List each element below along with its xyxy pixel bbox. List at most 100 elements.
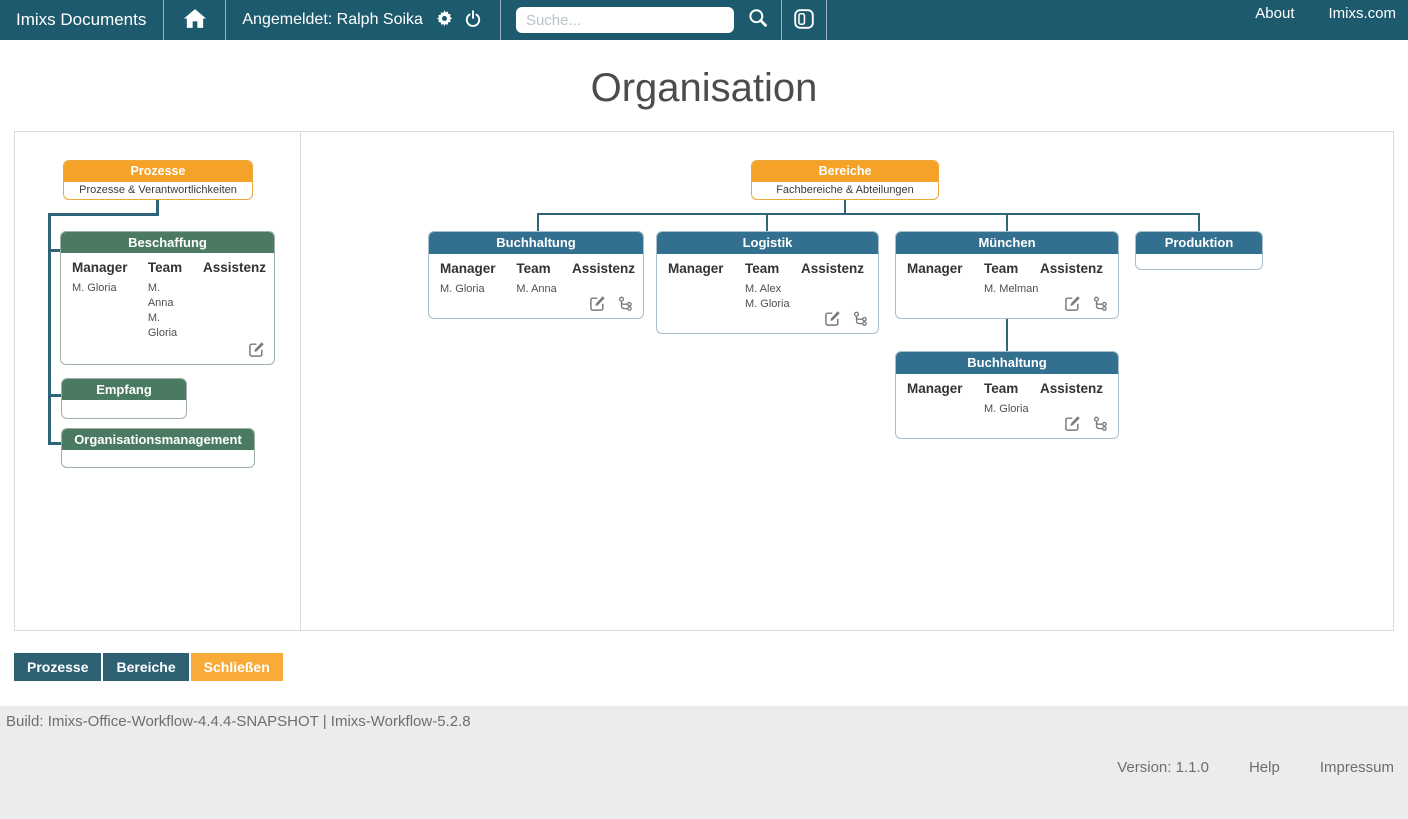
top-links: About Imixs.com <box>1255 0 1408 22</box>
manager-value: M. Gloria <box>440 283 485 295</box>
column-header: Team <box>516 261 551 276</box>
manager-value: M. Gloria <box>72 282 117 294</box>
org-node-title: Produktion <box>1136 232 1262 254</box>
org-node-title: Organisationsmanagement <box>62 429 254 450</box>
prozesse-chart-panel: Prozesse Prozesse & Verantwortlichkeiten… <box>15 132 301 630</box>
org-node-title: Buchhaltung <box>429 232 643 254</box>
org-node-title: Beschaffung <box>61 232 274 253</box>
org-tree-button[interactable] <box>618 296 634 312</box>
connector-line <box>48 213 51 445</box>
org-node-buchhaltung-muenchen: Buchhaltung Manager Team M. Gloria Assis… <box>895 351 1119 439</box>
about-link[interactable]: About <box>1255 5 1294 22</box>
imixs-com-link[interactable]: Imixs.com <box>1329 5 1397 22</box>
manager-column: Manager M. Gloria <box>440 261 516 297</box>
assistenz-column: Assistenz <box>572 261 635 297</box>
edit-button[interactable] <box>1064 295 1081 312</box>
search-icon <box>746 7 769 33</box>
navbar-divider <box>780 0 782 40</box>
edit-icon <box>248 342 265 361</box>
team-value: M. Anna <box>516 283 557 295</box>
org-node-title: Prozesse <box>64 161 252 182</box>
edit-icon <box>1064 416 1081 435</box>
org-node-empfang: Empfang <box>61 378 187 419</box>
org-node-beschaffung: Beschaffung Manager M. Gloria Team M. An… <box>60 231 275 365</box>
connector-line <box>1006 213 1008 231</box>
gear-icon <box>436 10 453 30</box>
manager-column: Manager <box>907 381 984 417</box>
org-node-produktion: Produktion <box>1135 231 1263 270</box>
logout-button[interactable] <box>464 9 482 31</box>
org-root-bereiche[interactable]: Bereiche Fachbereiche & Abteilungen <box>751 160 939 200</box>
assistenz-column: Assistenz <box>801 261 870 312</box>
org-node-muenchen: München Manager Team M. Melman Assistenz <box>895 231 1119 319</box>
team-value: M. Melman <box>984 283 1039 295</box>
manager-column: Manager <box>907 261 984 297</box>
build-info: Build: Imixs-Office-Workflow-4.4.4-SNAPS… <box>6 713 471 730</box>
column-header: Team <box>147 260 183 275</box>
settings-button[interactable] <box>436 10 453 30</box>
column-header: Assistenz <box>801 261 865 276</box>
team-column: Team M. Alex M. Gloria <box>745 261 801 312</box>
edit-button[interactable] <box>824 310 841 327</box>
search-input[interactable] <box>515 7 734 33</box>
team-column: Team M. Melman <box>984 261 1040 297</box>
action-bar: Prozesse Bereiche Schließen <box>14 653 1394 681</box>
schliessen-button[interactable]: Schließen <box>190 653 283 681</box>
org-node-title: Bereiche <box>752 161 938 182</box>
edit-button[interactable] <box>589 295 606 312</box>
manager-column: Manager <box>668 261 745 312</box>
org-node-organisationsmanagement: Organisationsmanagement <box>61 428 255 468</box>
org-node-title: Buchhaltung <box>896 352 1118 374</box>
connector-line <box>48 213 159 216</box>
assistenz-column: Assistenz <box>1040 381 1110 417</box>
column-header: Team <box>984 381 1019 396</box>
bereiche-button[interactable]: Bereiche <box>103 653 189 681</box>
connector-line <box>537 213 539 231</box>
column-header: Manager <box>907 261 963 276</box>
power-icon <box>464 9 482 31</box>
connector-line <box>766 213 768 231</box>
impressum-link[interactable]: Impressum <box>1320 759 1394 776</box>
org-tree-button[interactable] <box>853 311 869 327</box>
team-value: M. Alex M. Gloria <box>745 283 790 310</box>
version-label: Version: 1.1.0 <box>1117 759 1209 776</box>
column-header: Manager <box>668 261 724 276</box>
sitemap-icon <box>1093 296 1109 315</box>
organisation-board: Prozesse Prozesse & Verantwortlichkeiten… <box>14 131 1394 631</box>
edit-button[interactable] <box>1064 415 1081 432</box>
edit-icon <box>1064 296 1081 315</box>
org-tree-button[interactable] <box>1093 416 1109 432</box>
boards-button[interactable] <box>793 8 815 33</box>
help-link[interactable]: Help <box>1249 759 1280 776</box>
connector-line <box>537 213 1200 215</box>
bereiche-chart-panel: Bereiche Fachbereiche & Abteilungen Buch… <box>301 132 1393 630</box>
manager-column: Manager M. Gloria <box>72 260 148 341</box>
column-header: Assistenz <box>571 261 635 276</box>
navbar-divider <box>825 0 827 40</box>
connector-line <box>48 394 61 397</box>
sitemap-icon <box>853 311 869 330</box>
panels-icon <box>793 8 815 33</box>
column-header: Team <box>745 261 780 276</box>
org-root-prozesse[interactable]: Prozesse Prozesse & Verantwortlichkeiten <box>63 160 253 200</box>
org-node-subtitle: Prozesse & Verantwortlichkeiten <box>79 184 237 196</box>
column-header: Assistenz <box>202 260 266 275</box>
app-title: Imixs Documents <box>16 10 147 29</box>
navbar-divider <box>225 0 227 40</box>
assistenz-column: Assistenz <box>1040 261 1110 297</box>
org-tree-button[interactable] <box>1093 296 1109 312</box>
team-value: M. Anna M. Gloria <box>147 282 178 339</box>
org-node-buchhaltung: Buchhaltung Manager M. Gloria Team M. An… <box>428 231 644 319</box>
search-button[interactable] <box>746 7 769 33</box>
connector-line <box>48 442 61 445</box>
prozesse-button[interactable]: Prozesse <box>14 653 102 681</box>
column-header: Team <box>984 261 1019 276</box>
home-button[interactable] <box>164 0 225 40</box>
edit-icon <box>589 296 606 315</box>
edit-button[interactable] <box>248 341 265 358</box>
org-node-title: Empfang <box>62 379 186 400</box>
column-header: Assistenz <box>1040 261 1104 276</box>
column-header: Manager <box>440 261 496 276</box>
team-column: Team M. Gloria <box>984 381 1040 417</box>
page-footer: Build: Imixs-Office-Workflow-4.4.4-SNAPS… <box>0 706 1408 819</box>
